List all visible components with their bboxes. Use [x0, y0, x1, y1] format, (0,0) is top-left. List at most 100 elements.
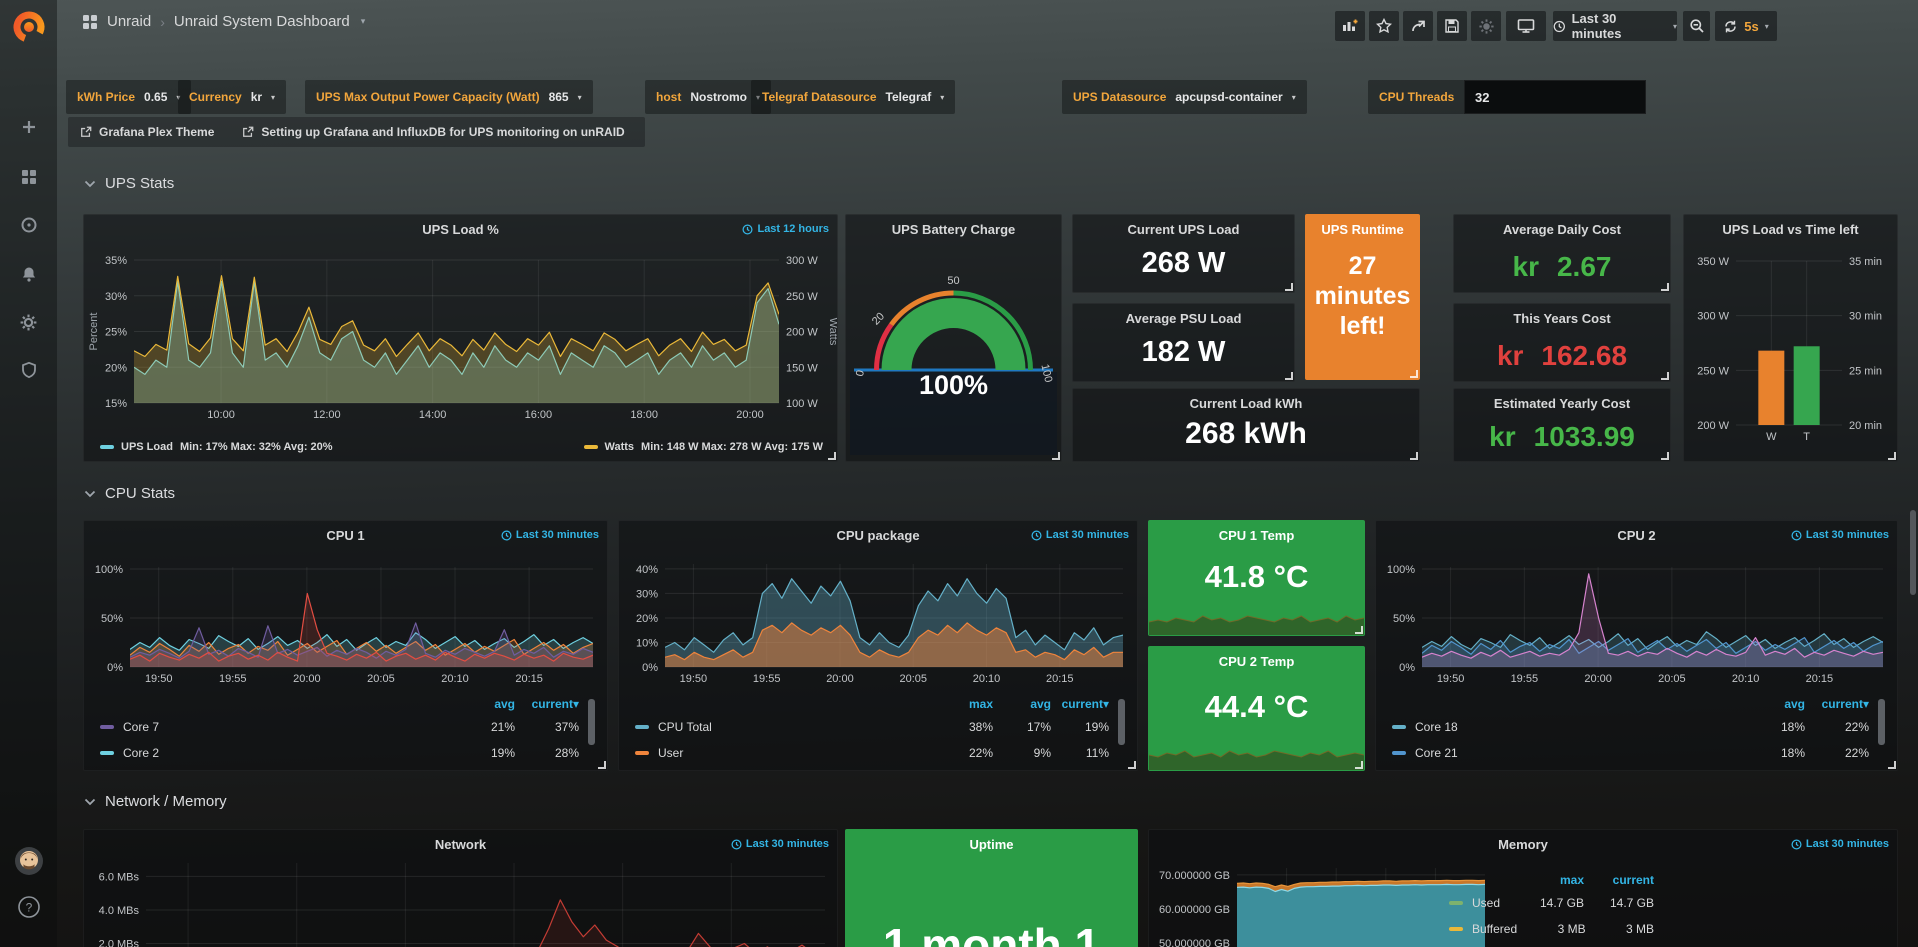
panel-cpu-1-temp[interactable]: CPU 1 Temp 41.8 °C: [1148, 520, 1365, 636]
panel-network[interactable]: Network Last 30 minutes 2.0 MBs4.0 MBs6.…: [83, 829, 838, 947]
dashboard-settings-button[interactable]: [1471, 11, 1501, 41]
panel-title[interactable]: UPS Load vs Time left: [1684, 222, 1897, 237]
panel-title[interactable]: Memory: [1149, 837, 1897, 852]
panel-title[interactable]: Network: [84, 837, 837, 852]
sidebar-item-alerting[interactable]: [0, 265, 57, 283]
legend-sort-header[interactable]: avg: [451, 697, 515, 711]
save-button[interactable]: [1437, 11, 1467, 41]
legend-sort-header[interactable]: current▾: [1051, 697, 1109, 711]
variable-value[interactable]: kr: [251, 90, 262, 104]
zoom-out-button[interactable]: [1683, 11, 1710, 41]
legend-sort-header[interactable]: current▾: [1805, 697, 1869, 711]
legend-sort-header[interactable]: avg: [993, 697, 1051, 711]
legend-series-name[interactable]: Core 7: [123, 720, 159, 734]
panel-uptime[interactable]: Uptime 1 month 1: [845, 829, 1138, 947]
legend-series-name[interactable]: User: [658, 746, 683, 760]
panel-title[interactable]: CPU 2 Temp: [1149, 654, 1364, 669]
chevron-down-icon[interactable]: ▾: [361, 16, 366, 27]
legend-scrollbar[interactable]: [1118, 699, 1125, 745]
cpu-package-chart[interactable]: 19:5019:5520:0020:0520:1020:150%10%20%30…: [619, 521, 1137, 684]
variable-value[interactable]: 0.65: [144, 90, 167, 104]
legend-sort-header[interactable]: current▾: [515, 697, 579, 711]
variable-currency[interactable]: Currency kr ▾: [178, 80, 286, 114]
panel-title[interactable]: Average PSU Load: [1073, 311, 1294, 326]
legend-series-name[interactable]: Core 2: [123, 746, 159, 760]
legend-scrollbar[interactable]: [1878, 699, 1885, 745]
panel-average-daily-cost[interactable]: Average Daily Cost kr2.67: [1453, 214, 1671, 293]
legend-entry[interactable]: Watts Min: 148 W Max: 278 W Avg: 175 W: [584, 441, 824, 453]
legend-row[interactable]: Core 721%37%: [100, 714, 579, 740]
panel-title[interactable]: UPS Load %: [84, 222, 837, 237]
breadcrumb-folder[interactable]: Unraid: [107, 13, 151, 30]
tv-mode-button[interactable]: [1506, 11, 1546, 41]
panel-title[interactable]: This Years Cost: [1454, 311, 1670, 326]
sidebar-item-configuration[interactable]: [0, 313, 57, 332]
sidebar-item-create[interactable]: [0, 118, 57, 136]
panel-cpu-2-temp[interactable]: CPU 2 Temp 44.4 °C: [1148, 646, 1365, 771]
panel-current-load-kwh[interactable]: Current Load kWh 268 kWh: [1072, 388, 1420, 462]
panel-title[interactable]: Current UPS Load: [1073, 222, 1294, 237]
panel-title[interactable]: UPS Battery Charge: [846, 222, 1061, 237]
variable-ups-datasource[interactable]: UPS Datasource apcupsd-container ▾: [1062, 80, 1307, 114]
legend-scrollbar[interactable]: [588, 699, 595, 745]
share-button[interactable]: [1403, 11, 1433, 41]
panel-memory[interactable]: Memory Last 30 minutes 50.000000 GB60.00…: [1148, 829, 1898, 947]
panel-title[interactable]: Current Load kWh: [1073, 396, 1419, 411]
legend-row[interactable]: CPU Total38%17%19%: [635, 714, 1109, 740]
panel-average-psu-load[interactable]: Average PSU Load 182 W: [1072, 303, 1295, 382]
cpu2-chart[interactable]: 19:5019:5520:0020:0520:1020:150%50%100%: [1376, 521, 1897, 684]
legend-row[interactable]: Core 2118%22%: [1392, 740, 1869, 766]
variable-value[interactable]: 865: [549, 90, 569, 104]
panel-this-years-cost[interactable]: This Years Cost kr162.68: [1453, 303, 1671, 382]
panel-current-ups-load[interactable]: Current UPS Load 268 W: [1072, 214, 1295, 293]
legend-entry[interactable]: UPS Load Min: 17% Max: 32% Avg: 20%: [100, 441, 333, 453]
sidebar-item-explore[interactable]: [0, 216, 57, 234]
legend-series-name[interactable]: Used: [1472, 896, 1500, 910]
refresh-interval[interactable]: 5s: [1744, 19, 1758, 34]
section-ups-stats[interactable]: UPS Stats: [84, 175, 174, 192]
legend-label[interactable]: UPS Load: [121, 441, 173, 453]
panel-title[interactable]: UPS Runtime: [1306, 222, 1419, 237]
legend-sort-header[interactable]: max: [935, 697, 993, 711]
dashboard-link-ups-guide[interactable]: Setting up Grafana and InfluxDB for UPS …: [242, 125, 624, 139]
panel-title[interactable]: Average Daily Cost: [1454, 222, 1670, 237]
legend-row[interactable]: Used14.7 GB14.7 GB: [1449, 890, 1654, 916]
legend-series-name[interactable]: Core 21: [1415, 746, 1458, 760]
panel-title[interactable]: CPU 1 Temp: [1149, 528, 1364, 543]
ups-load-chart[interactable]: 10:0012:0014:0016:0018:0020:0015%100 W20…: [84, 215, 837, 461]
dashboard-link-plex-theme[interactable]: Grafana Plex Theme: [80, 125, 214, 139]
legend-row[interactable]: Buffered3 MB3 MB: [1449, 916, 1654, 942]
legend-row[interactable]: Core 1818%22%: [1392, 714, 1869, 740]
legend-sort-header[interactable]: avg: [1741, 697, 1805, 711]
panel-ups-battery-charge[interactable]: UPS Battery Charge 02050100100%: [845, 214, 1062, 462]
grafana-logo[interactable]: [0, 6, 57, 48]
panel-ups-runtime[interactable]: UPS Runtime 27 minutes left!: [1305, 214, 1420, 380]
cpu1-chart[interactable]: 19:5019:5520:0020:0520:1020:150%50%100%: [84, 521, 607, 684]
legend-row[interactable]: User22%9%11%: [635, 740, 1109, 766]
variable-ups-max-output[interactable]: UPS Max Output Power Capacity (Watt) 865…: [305, 80, 593, 114]
panel-cpu-2[interactable]: CPU 2 Last 30 minutes 19:5019:5520:0020:…: [1375, 520, 1898, 771]
star-button[interactable]: [1369, 11, 1399, 41]
variable-value[interactable]: apcupsd-container: [1175, 90, 1282, 104]
panel-estimated-yearly-cost[interactable]: Estimated Yearly Cost kr1033.99: [1453, 388, 1671, 462]
variable-value[interactable]: Telegraf: [886, 90, 932, 104]
variable-telegraf-datasource[interactable]: Telegraf Datasource Telegraf ▾: [751, 80, 955, 114]
legend-series-name[interactable]: CPU Total: [658, 720, 712, 734]
sidebar-item-help[interactable]: ?: [0, 894, 57, 920]
sidebar-item-server-admin[interactable]: [0, 361, 57, 379]
sidebar-item-dashboards[interactable]: [0, 168, 57, 186]
variable-kwh-price[interactable]: kWh Price 0.65 ▾: [66, 80, 191, 114]
refresh-button[interactable]: 5s ▾: [1715, 11, 1777, 41]
legend-series-name[interactable]: Buffered: [1472, 922, 1517, 936]
section-network-memory[interactable]: Network / Memory: [84, 793, 227, 810]
legend-row[interactable]: Core 219%28%: [100, 740, 579, 766]
time-range-picker[interactable]: Last 30 minutes ▾: [1553, 11, 1677, 41]
legend-series-name[interactable]: Core 18: [1415, 720, 1458, 734]
section-cpu-stats[interactable]: CPU Stats: [84, 485, 175, 502]
legend-sort-header[interactable]: current: [1584, 873, 1654, 887]
panel-ups-load-vs-time-left[interactable]: UPS Load vs Time left 200 W20 min250 W25…: [1683, 214, 1898, 462]
breadcrumb-title[interactable]: Unraid System Dashboard: [174, 13, 350, 30]
panel-ups-load[interactable]: UPS Load % Last 12 hours 10:0012:0014:00…: [83, 214, 838, 462]
variable-value[interactable]: Nostromo: [690, 90, 747, 104]
panel-cpu-package[interactable]: CPU package Last 30 minutes 19:5019:5520…: [618, 520, 1138, 771]
